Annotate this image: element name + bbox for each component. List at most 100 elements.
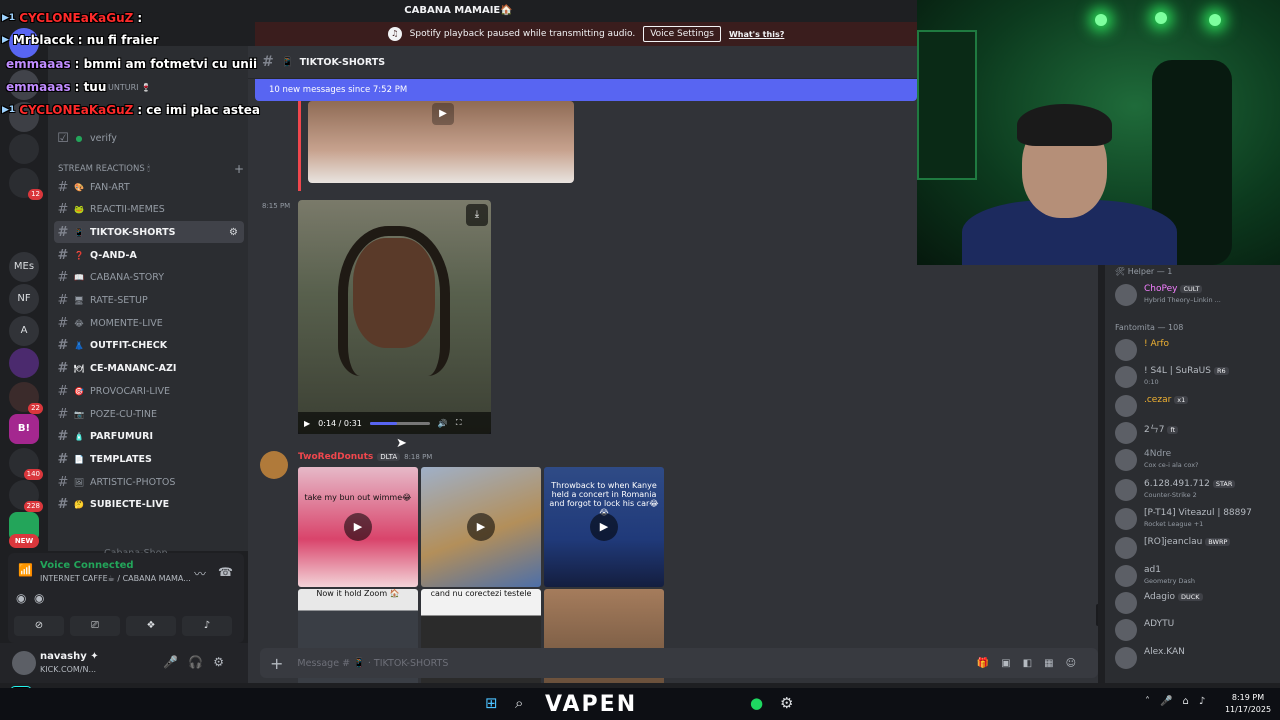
message-header: TwoRedDonuts DLTA 8:18 PM <box>298 452 432 462</box>
add-channel-icon[interactable]: + <box>234 162 244 176</box>
server-icon[interactable]: A <box>9 316 39 346</box>
voice-channel[interactable]: INTERNET CAFFE☕ / CABANA MAMA... <box>40 574 191 583</box>
member-item[interactable]: Alex.KAN <box>1115 645 1275 671</box>
fullscreen-icon[interactable]: ⛶ <box>456 418 462 428</box>
add-attachment-icon[interactable]: + <box>270 654 283 673</box>
user-avatar[interactable] <box>12 651 36 675</box>
message-input[interactable]: Message # 📱 · TIKTOK-SHORTS <box>297 658 448 669</box>
disconnect-icon[interactable]: ☎ <box>218 565 233 579</box>
mute-icon[interactable]: 🎤 <box>163 655 188 669</box>
channel-item[interactable]: # 🖼 ARTISTIC-PHOTOS <box>54 471 244 493</box>
member-item[interactable]: [RO]jeanclau BWRP <box>1115 535 1275 561</box>
server-icon[interactable] <box>9 134 39 164</box>
download-icon[interactable]: ⤓ <box>466 204 488 226</box>
chevron-up-icon[interactable]: ˄ <box>1145 696 1160 707</box>
channel-item[interactable]: # 🐸 REACTII-MEMES <box>54 199 244 221</box>
member-item[interactable]: ! S4L | SuRaUS R6 0:10 <box>1115 364 1275 390</box>
channel-item[interactable]: # 📖 CABANA-STORY <box>54 267 244 289</box>
channel-settings-icon[interactable]: ⚙ <box>229 227 238 238</box>
gif-icon[interactable]: ▣ <box>1001 658 1022 669</box>
channel-item[interactable]: # 🎯 PROVOCARI-LIVE <box>54 380 244 402</box>
activities-button[interactable]: ❖ <box>126 616 176 636</box>
video-progress[interactable] <box>369 421 430 425</box>
server-icon[interactable]: 22 <box>9 382 43 414</box>
network-icon[interactable]: ⌂ <box>1182 696 1198 707</box>
whats-this-link[interactable]: What's this? <box>729 30 784 39</box>
play-icon[interactable]: ▶ <box>432 103 454 125</box>
member-item[interactable]: 6.128.491.712 STAR Counter-Strike 2 <box>1115 477 1275 503</box>
channel-verify[interactable]: ☑ ● verify <box>54 127 244 149</box>
channel-item[interactable]: # ❓ Q-AND-A <box>54 244 244 266</box>
spotify-icon[interactable]: ● <box>750 694 763 714</box>
new-servers-pill[interactable]: NEW <box>9 534 39 548</box>
scrollbar-thumb[interactable] <box>1096 604 1098 626</box>
video-embed[interactable]: ▶ <box>308 101 574 183</box>
voice-settings-button[interactable]: Voice Settings <box>643 26 721 42</box>
channel-category[interactable]: STREAM REACTIONS 🕯 + <box>58 162 244 176</box>
mic-icon[interactable]: 🎤 <box>1160 696 1182 707</box>
server-icon[interactable]: 140 <box>9 448 43 480</box>
taskbar-clock[interactable]: 8:19 PM 11/17/2025 <box>1222 692 1274 716</box>
screen-share-button[interactable]: ⎚ <box>70 616 120 636</box>
member-item[interactable]: [P-T14] Viteazul | 88897 Rocket League +1 <box>1115 506 1275 532</box>
member-item[interactable]: ! Arfo <box>1115 337 1275 363</box>
sticker-icon[interactable]: ◧ <box>1023 658 1044 669</box>
camera-off-button[interactable]: ⊘ <box>14 616 64 636</box>
play-icon[interactable]: ▶ <box>467 513 495 541</box>
member-item[interactable]: 4Ndre Cox ce-i ala cox? <box>1115 447 1275 473</box>
emoji-icon[interactable]: ☺ <box>1066 658 1088 669</box>
channel-name: TEMPLATES <box>90 453 152 465</box>
server-icon[interactable]: NF <box>9 284 39 314</box>
server-icon[interactable] <box>9 348 39 378</box>
server-icon[interactable]: B! <box>9 414 39 444</box>
channel-item[interactable]: # 🤔 SUBIECTE-LIVE <box>54 494 244 516</box>
channel-item[interactable]: # 😂 MOMENTE-LIVE <box>54 312 244 334</box>
unread-badge: 140 <box>23 469 43 480</box>
member-item[interactable]: 2ㄣ7 ft <box>1115 420 1275 446</box>
volume-icon[interactable]: 🔊 <box>438 419 448 428</box>
member-item[interactable]: ADYTU <box>1115 617 1275 643</box>
settings-icon[interactable]: ⚙ <box>213 655 234 669</box>
video-thumbnail[interactable]: Throwback to when Kanye held a concert i… <box>544 467 664 587</box>
play-icon[interactable]: ▶ <box>590 513 618 541</box>
member-item[interactable]: ChoPey CULT Hybrid Theory–Linkin ... <box>1115 282 1275 308</box>
play-icon[interactable]: ▶ <box>344 513 372 541</box>
video-thumbnail[interactable]: ▶ <box>421 467 541 587</box>
channel-item[interactable]: # 🍽 CE-MANANC-AZI <box>54 358 244 380</box>
channel-item[interactable]: # 🧴 PARFUMURI <box>54 426 244 448</box>
member-item[interactable]: ad1 Geometry Dash <box>1115 563 1275 589</box>
video-hair <box>338 226 450 376</box>
video-thumbnail[interactable]: take my bun out wimme😂 ▶ <box>298 467 418 587</box>
member-item[interactable]: Adagio DUCK <box>1115 590 1275 616</box>
noise-suppression-icon[interactable]: 〰 <box>194 565 206 582</box>
channel-item[interactable]: # 👗 OUTFIT-CHECK <box>54 335 244 357</box>
video-embed[interactable]: ⤓ <box>298 200 491 434</box>
search-icon[interactable]: ⌕ <box>515 694 523 714</box>
settings-icon[interactable]: ⚙ <box>780 694 793 714</box>
apps-icon[interactable]: ▦ <box>1044 658 1065 669</box>
server-icon[interactable]: 12 <box>9 168 43 200</box>
signal-icon[interactable]: 📶 <box>18 563 33 577</box>
soundboard-button[interactable]: ♪ <box>182 616 232 636</box>
author-name[interactable]: TwoRedDonuts <box>298 452 373 462</box>
hash-icon: # <box>57 383 69 399</box>
channel-item[interactable]: # 🖥 RATE-SETUP <box>54 290 244 312</box>
member-item[interactable]: .cezar x1 <box>1115 393 1275 419</box>
message-composer[interactable]: + Message # 📱 · TIKTOK-SHORTS 🎁▣◧▦☺ <box>260 648 1098 678</box>
channel-item[interactable]: # 🎨 FAN-ART <box>54 176 244 198</box>
deafen-icon[interactable]: 🎧 <box>188 655 213 669</box>
channel-item[interactable]: # 📄 TEMPLATES <box>54 448 244 470</box>
gift-icon[interactable]: 🎁 <box>977 658 1001 669</box>
author-avatar[interactable] <box>260 451 288 479</box>
channel-item[interactable]: # 📱 TIKTOK-SHORTS ⚙ <box>54 221 244 244</box>
unread-badge: 228 <box>23 501 43 512</box>
server-icon[interactable]: 228 <box>9 480 43 512</box>
channel-item[interactable]: # 📷 POZE-CU-TINE <box>54 403 244 425</box>
start-icon[interactable]: ⊞ <box>485 694 498 714</box>
hash-icon: # <box>57 315 69 331</box>
server-icon[interactable]: MEs <box>9 252 39 282</box>
user-controls[interactable]: 🎤🎧⚙ <box>163 655 234 669</box>
new-messages-bar[interactable]: 10 new messages since 7:52 PM <box>255 79 917 101</box>
play-icon[interactable]: ▶ <box>304 419 310 428</box>
volume-icon[interactable]: ♪ <box>1199 696 1215 707</box>
